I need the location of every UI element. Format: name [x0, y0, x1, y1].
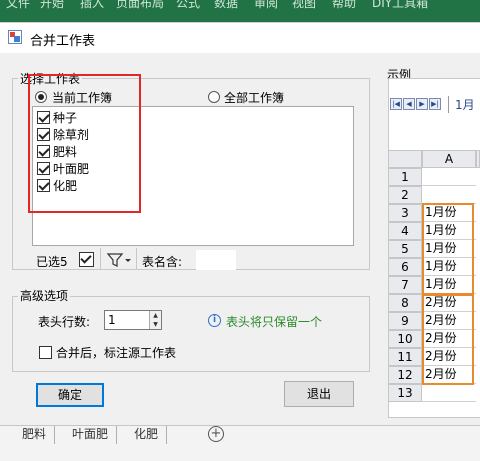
row-header: 2: [388, 186, 422, 204]
corner-cell: [388, 150, 422, 168]
preview-sheet-tab[interactable]: 1月: [448, 96, 475, 113]
ribbon-tab[interactable]: 视图: [292, 0, 316, 11]
header-rows-label: 表头行数:: [38, 315, 91, 329]
highlight-orange-box-feb: [422, 293, 474, 385]
row-header: 4: [388, 222, 422, 240]
radio-all-workbooks[interactable]: [208, 91, 220, 103]
stepper-down-icon[interactable]: ▼: [150, 320, 161, 329]
ok-button[interactable]: 确定: [36, 383, 104, 407]
info-icon: i: [208, 314, 221, 327]
mark-source-label[interactable]: 合并后，标注源工作表: [56, 344, 176, 361]
row-header: 11: [388, 348, 422, 366]
ribbon-tab[interactable]: 页面布局: [116, 0, 164, 11]
filter-icon: [106, 253, 131, 267]
last-sheet-icon[interactable]: ▶|: [429, 98, 441, 110]
ribbon-tab[interactable]: DIY工具箱: [372, 0, 428, 11]
sheet-name-contains-label: 表名含:: [142, 255, 183, 269]
mark-source-checkbox[interactable]: [39, 346, 52, 359]
column-header: A: [422, 150, 476, 168]
excel-sheet-tabs: 肥料 叶面肥 化肥 +: [0, 425, 480, 461]
stepper-up-icon[interactable]: ▲: [150, 311, 161, 320]
row-header: 7: [388, 276, 422, 294]
advanced-options-legend: 高级选项: [18, 287, 71, 304]
first-sheet-icon[interactable]: |◀: [390, 98, 402, 110]
header-rows-stepper[interactable]: 1 ▲ ▼: [104, 310, 162, 330]
header-rows-value[interactable]: 1: [108, 313, 116, 327]
row-header: 13: [388, 384, 422, 402]
info-text: 表头将只保留一个: [226, 315, 323, 329]
row-header: 3: [388, 204, 422, 222]
row-header: 10: [388, 330, 422, 348]
ribbon-tab[interactable]: 审阅: [254, 0, 278, 11]
sheet-tab[interactable]: 叶面肥: [64, 426, 118, 444]
ribbon-tab[interactable]: 帮助: [332, 0, 356, 11]
row-header: 8: [388, 294, 422, 312]
add-sheet-icon[interactable]: +: [208, 426, 224, 442]
selected-count: 已选5: [36, 255, 68, 269]
preview-sheet-nav: |◀ ◀ ▶ ▶|: [390, 98, 441, 112]
ribbon-tab[interactable]: 插入: [80, 0, 104, 11]
sheet-tab[interactable]: 化肥: [126, 426, 168, 444]
select-all-checkbox[interactable]: [79, 252, 94, 267]
divider: [100, 248, 101, 270]
sheet-name-filter-input[interactable]: [196, 250, 236, 270]
row-header: 12: [388, 366, 422, 384]
prev-sheet-icon[interactable]: ◀: [403, 98, 415, 110]
ribbon-tab[interactable]: 开始: [40, 0, 64, 11]
excel-ribbon: 文件 开始 插入 页面布局 公式 数据 审阅 视图 帮助 DIY工具箱: [0, 0, 480, 22]
row-header: 6: [388, 258, 422, 276]
row-header: 1: [388, 168, 422, 186]
table-cell: [422, 168, 476, 186]
stepper-buttons[interactable]: ▲ ▼: [149, 311, 161, 329]
highlight-red-box: [28, 74, 141, 213]
column-header: [476, 150, 480, 168]
exit-button[interactable]: 退出: [284, 381, 354, 407]
table-cell: [422, 384, 476, 402]
table-cell: [422, 186, 476, 204]
row-header: 9: [388, 312, 422, 330]
dialog-title: 合并工作表: [30, 34, 96, 49]
next-sheet-icon[interactable]: ▶: [416, 98, 428, 110]
radio-all-label[interactable]: 全部工作簿: [224, 89, 284, 106]
highlight-orange-box-jan: [422, 203, 474, 296]
app-icon: [8, 30, 22, 44]
ribbon-tab[interactable]: 文件: [6, 0, 30, 11]
filter-dropdown[interactable]: [106, 251, 132, 269]
divider: [136, 248, 137, 270]
ribbon-tab[interactable]: 数据: [214, 0, 238, 11]
dialog-titlebar[interactable]: 合并工作表: [0, 23, 480, 53]
sheet-tab[interactable]: 肥料: [14, 426, 56, 444]
ribbon-tab[interactable]: 公式: [176, 0, 200, 11]
row-header: 5: [388, 240, 422, 258]
